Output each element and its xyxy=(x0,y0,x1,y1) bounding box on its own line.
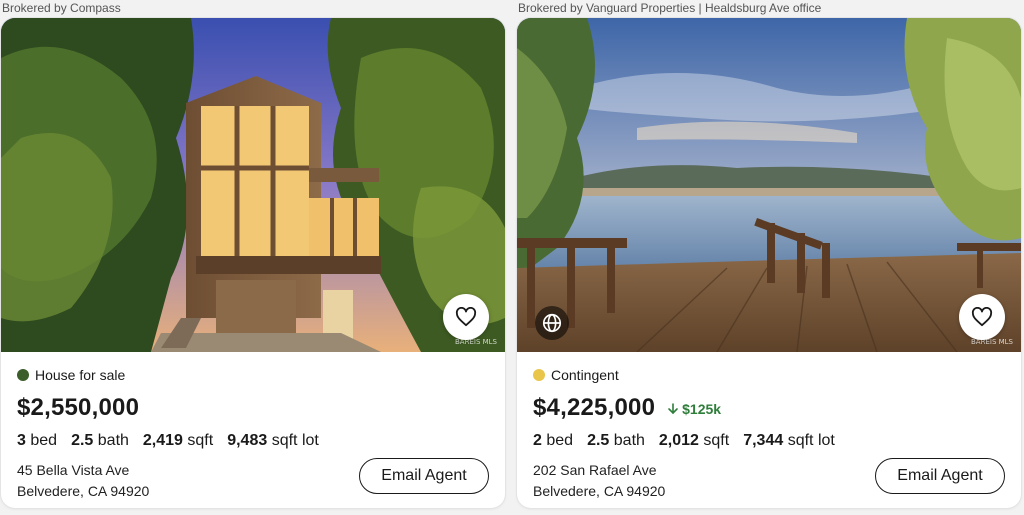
status-label: Contingent xyxy=(551,367,619,383)
house-photo-image: BAREIS MLS xyxy=(1,18,505,352)
beds-spec: 3 bed xyxy=(17,432,58,449)
listing-status: Contingent xyxy=(533,366,1005,384)
broker-label: Brokered by Vanguard Properties | Healds… xyxy=(518,1,822,15)
listing-specs: 3 bed 2.5 bath 2,419 sqft 9,483 sqft lot xyxy=(17,432,489,454)
listing-status: House for sale xyxy=(17,366,489,384)
listing-specs: 2 bed 2.5 bath 2,012 sqft 7,344 sqft lot xyxy=(533,432,1005,454)
arrow-down-icon xyxy=(668,403,678,415)
lot-spec: 7,344 sqft lot xyxy=(743,432,835,449)
price-row: $2,550,000 xyxy=(17,394,489,424)
listing-info: House for sale $2,550,000 3 bed 2.5 bath… xyxy=(1,352,505,508)
listing-photo[interactable]: BAREIS MLS xyxy=(517,18,1021,352)
listing-info: Contingent $4,225,000 $125k 2 bed 2.5 ba… xyxy=(517,352,1021,508)
broker-label: Brokered by Compass xyxy=(2,1,121,15)
listing-price: $2,550,000 xyxy=(17,394,140,421)
listing-card[interactable]: BAREIS MLS House for sale $2,550,000 3 b… xyxy=(1,18,505,508)
status-label: House for sale xyxy=(35,367,126,383)
price-row: $4,225,000 $125k xyxy=(533,394,1005,424)
sqft-spec: 2,012 sqft xyxy=(658,432,730,449)
favorite-button[interactable] xyxy=(443,294,489,340)
favorite-button[interactable] xyxy=(959,294,1005,340)
status-dot xyxy=(533,369,545,381)
status-dot xyxy=(17,369,29,381)
listing-column: Brokered by Vanguard Properties | Healds… xyxy=(517,0,1021,508)
heart-icon xyxy=(971,307,993,327)
listing-column: Brokered by Compass BAREIS MLS House for… xyxy=(1,0,505,508)
heart-icon xyxy=(455,307,477,327)
email-agent-button[interactable]: Email Agent xyxy=(875,458,1005,494)
listing-photo[interactable]: BAREIS MLS xyxy=(1,18,505,352)
listing-grid: Brokered by Compass BAREIS MLS House for… xyxy=(0,0,1024,515)
waterfront-deck-photo-image: BAREIS MLS xyxy=(517,18,1021,352)
beds-spec: 2 bed xyxy=(533,432,574,449)
price-drop-amount: $125k xyxy=(682,401,722,417)
virtual-tour-button[interactable] xyxy=(535,306,569,340)
email-agent-button[interactable]: Email Agent xyxy=(359,458,489,494)
listing-price: $4,225,000 xyxy=(533,394,656,421)
baths-spec: 2.5 bath xyxy=(71,432,129,449)
listing-card[interactable]: BAREIS MLS Contingent $4,225,000 $125k 2… xyxy=(517,18,1021,508)
globe-icon xyxy=(542,313,562,333)
baths-spec: 2.5 bath xyxy=(587,432,645,449)
sqft-spec: 2,419 sqft xyxy=(142,432,214,449)
price-drop: $125k xyxy=(667,401,721,417)
lot-spec: 9,483 sqft lot xyxy=(227,432,319,449)
